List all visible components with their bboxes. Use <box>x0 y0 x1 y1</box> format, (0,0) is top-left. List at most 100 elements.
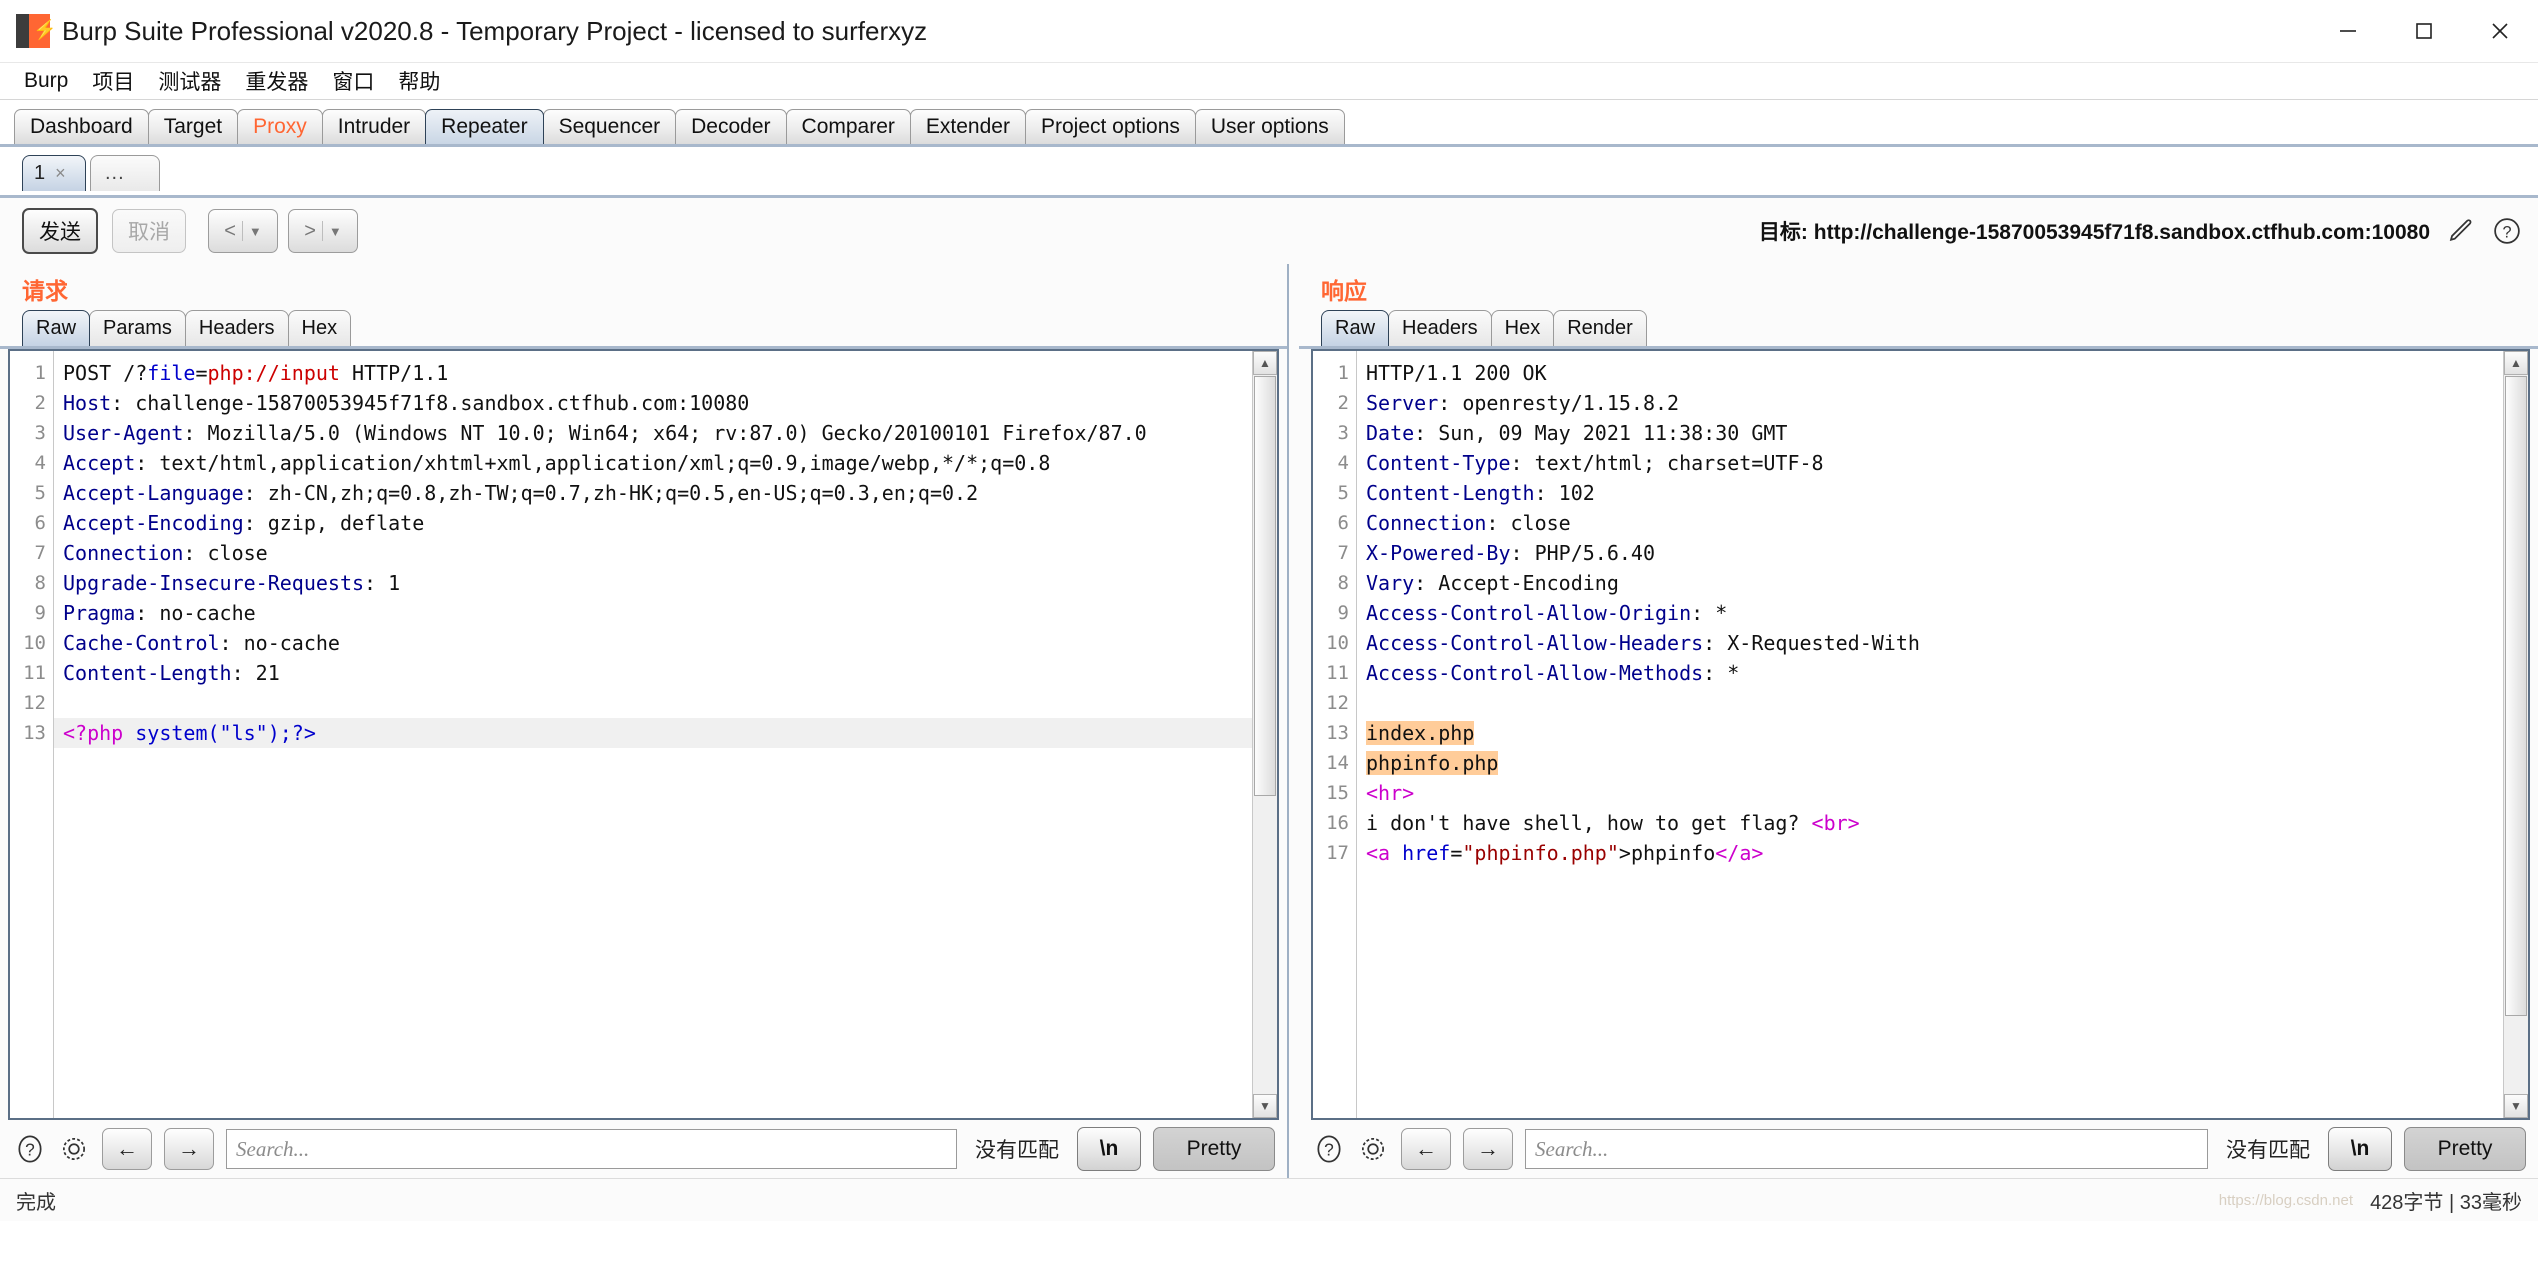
line-number: 14 <box>1326 752 1349 774</box>
scroll-up-icon[interactable]: ▲ <box>2504 351 2528 375</box>
code-token: : openresty/1.15.8.2 <box>1438 391 1680 415</box>
scroll-down-icon[interactable]: ▼ <box>1253 1094 1277 1118</box>
request-tab-raw[interactable]: Raw <box>22 310 91 346</box>
response-tab-render[interactable]: Render <box>1553 310 1647 346</box>
request-title: 请求 <box>22 278 68 304</box>
request-tab-params[interactable]: Params <box>89 310 186 346</box>
code-token: : gzip, deflate <box>243 511 425 535</box>
target-url: http://challenge-15870053945f71f8.sandbo… <box>1813 221 2430 244</box>
code-token: HTTP/1.1 200 OK <box>1366 361 1547 385</box>
response-code-line: Date: Sun, 09 May 2021 11:38:30 GMT <box>1357 418 2528 448</box>
line-number: 12 <box>1326 692 1349 714</box>
question-icon[interactable]: ? <box>14 1133 46 1165</box>
minimize-icon[interactable] <box>2310 0 2386 62</box>
response-editor[interactable]: 1 2 3 4 5 6 7 8 9 10 11 12 13 14 15 16 17 HTTP/1.1 200 O… <box>1311 349 2530 1120</box>
history-back-button[interactable]: < ▼ <box>208 209 278 253</box>
line-number: 4 <box>1337 452 1349 474</box>
gear-icon[interactable] <box>58 1133 90 1165</box>
status-bar: 完成 https://blog.csdn.net 428字节 | 33毫秒 <box>0 1178 2538 1221</box>
code-token: : * <box>1703 661 1740 685</box>
close-icon[interactable]: × <box>55 156 66 191</box>
request-editor[interactable]: 1 2 3 4 5 6 7 8 9 10 11 12 13 POST /?file=php://inpu… <box>8 349 1279 1120</box>
repeater-action-bar: 发送 取消 < ▼ > ▼ 目标: http://challenge-15870… <box>0 198 2538 264</box>
response-code-line: Server: openresty/1.15.8.2 <box>1357 388 2528 418</box>
menu-item-3[interactable]: 测试器 <box>148 64 231 98</box>
pretty-button[interactable]: Pretty <box>2404 1127 2526 1171</box>
menu-item-6[interactable]: 帮助 <box>388 64 450 98</box>
window-title: Burp Suite Professional v2020.8 - Tempor… <box>62 15 928 46</box>
response-code-line: Vary: Accept-Encoding <box>1357 568 2528 598</box>
response-code-line <box>1357 688 2528 718</box>
maximize-icon[interactable] <box>2386 0 2462 62</box>
menu-item-1[interactable]: Burp <box>14 67 78 95</box>
newline-toggle-button[interactable]: \n <box>1077 1127 1141 1171</box>
code-token: Access-Control-Allow-Origin <box>1366 601 1692 625</box>
history-forward-button[interactable]: > ▼ <box>288 209 358 253</box>
cancel-button: 取消 <box>112 209 186 253</box>
search-prev-button[interactable]: ← <box>102 1128 152 1170</box>
pane-splitter[interactable] <box>1287 264 1299 1178</box>
line-number: 13 <box>23 722 46 744</box>
main-tab-bar: Dashboard Target Proxy Intruder Repeater Sequ… <box>0 100 2538 147</box>
response-tab-hex[interactable]: Hex <box>1490 310 1555 346</box>
request-code-line: Accept-Encoding: gzip, deflate <box>54 508 1277 538</box>
search-input[interactable]: Search... <box>1525 1129 2208 1169</box>
target-label: 目标: <box>1758 221 1808 244</box>
tab-decoder[interactable]: Decoder <box>675 109 787 144</box>
tab-sequencer[interactable]: Sequencer <box>542 109 677 144</box>
line-number: 17 <box>1326 842 1349 864</box>
tab-intruder[interactable]: Intruder <box>321 109 427 144</box>
code-token: : close <box>183 541 268 565</box>
menu-item-2[interactable]: 项目 <box>82 64 144 98</box>
send-button[interactable]: 发送 <box>22 208 98 254</box>
tab-extender[interactable]: Extender <box>909 109 1026 144</box>
request-tab-headers[interactable]: Headers <box>184 310 289 346</box>
response-tab-raw[interactable]: Raw <box>1321 310 1390 346</box>
search-next-button[interactable]: → <box>164 1128 214 1170</box>
chevron-down-icon: ▼ <box>248 223 262 239</box>
menu-item-4[interactable]: 重发器 <box>235 64 318 98</box>
request-code-line: Accept: text/html,application/xhtml+xml,… <box>54 448 1277 478</box>
response-code[interactable]: HTTP/1.1 200 OK Server: openresty/1.15.8.… <box>1357 351 2528 1118</box>
code-token: : PHP/5.6.40 <box>1510 541 1656 565</box>
scrollbar-thumb[interactable] <box>1254 376 1276 796</box>
status-metrics: 428字节 | 33毫秒 <box>2370 1191 2522 1214</box>
line-number: 4 <box>34 452 46 474</box>
tab-comparer[interactable]: Comparer <box>785 109 911 144</box>
request-tab-hex[interactable]: Hex <box>287 310 352 346</box>
response-vertical-scrollbar[interactable]: ▲ ▼ <box>2503 351 2528 1118</box>
response-pane: 响应 Raw Headers Hex Render 1 2 3 4 5 6 7 8 9 10 11 12 13… <box>1299 264 2538 1178</box>
tab-proxy[interactable]: Proxy <box>237 109 323 144</box>
newline-toggle-button[interactable]: \n <box>2328 1127 2392 1171</box>
question-icon[interactable]: ? <box>2492 216 2522 246</box>
request-vertical-scrollbar[interactable]: ▲ ▼ <box>1252 351 1277 1118</box>
tab-dashboard[interactable]: Dashboard <box>14 109 149 144</box>
response-line-numbers: 1 2 3 4 5 6 7 8 9 10 11 12 13 14 15 16 17 <box>1313 351 1357 1118</box>
pencil-icon[interactable] <box>2446 216 2476 246</box>
svg-text:?: ? <box>25 1140 35 1160</box>
response-tab-headers[interactable]: Headers <box>1388 310 1492 346</box>
question-icon[interactable]: ? <box>1313 1133 1345 1165</box>
code-token: Access-Control-Allow-Methods <box>1366 661 1704 685</box>
burp-logo-icon: ⚡ <box>16 14 57 48</box>
search-input[interactable]: Search... <box>226 1129 957 1169</box>
line-number: 10 <box>23 632 46 654</box>
repeater-new-tab-button[interactable]: ... <box>90 155 160 191</box>
scroll-down-icon[interactable]: ▼ <box>2504 1094 2528 1118</box>
pretty-button[interactable]: Pretty <box>1153 1127 1275 1171</box>
gear-icon[interactable] <box>1357 1133 1389 1165</box>
search-prev-button[interactable]: ← <box>1401 1128 1451 1170</box>
request-tab-bar: Raw Params Headers Hex <box>0 308 1287 349</box>
menu-item-5[interactable]: 窗口 <box>322 64 384 98</box>
tab-user-options[interactable]: User options <box>1194 109 1345 144</box>
search-next-button[interactable]: → <box>1463 1128 1513 1170</box>
request-code[interactable]: POST /?file=php://input HTTP/1.1 Host: ch… <box>54 351 1277 1118</box>
code-token: Content-Length <box>63 661 232 685</box>
tab-project-options[interactable]: Project options <box>1024 109 1196 144</box>
repeater-tab-1[interactable]: 1 × <box>22 155 86 191</box>
close-icon[interactable] <box>2462 0 2538 62</box>
tab-target[interactable]: Target <box>147 109 239 144</box>
scrollbar-thumb[interactable] <box>2505 376 2527 1016</box>
scroll-up-icon[interactable]: ▲ <box>1253 351 1277 375</box>
tab-repeater[interactable]: Repeater <box>425 109 544 144</box>
